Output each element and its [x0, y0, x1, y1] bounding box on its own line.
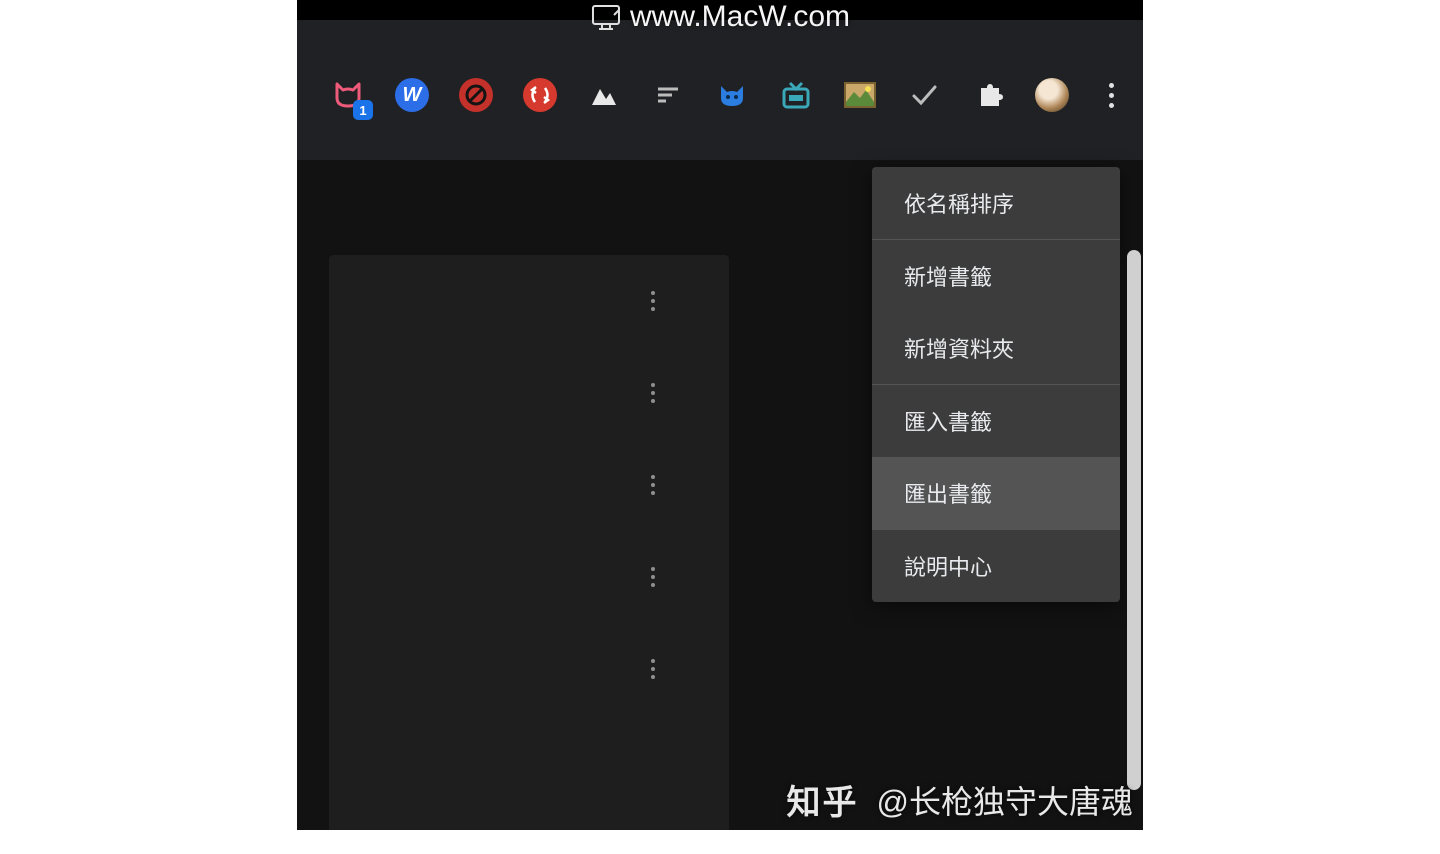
badge-count: 1 [353, 100, 373, 120]
list-row[interactable] [329, 255, 729, 347]
ext-check-icon[interactable] [907, 78, 941, 112]
menu-sort-by-name[interactable]: 依名稱排序 [872, 167, 1120, 239]
row-menu-icon[interactable] [643, 286, 663, 316]
menu-export-bookmarks[interactable]: 匯出書籤 [872, 457, 1120, 529]
profile-avatar[interactable] [1035, 78, 1069, 112]
list-row[interactable] [329, 439, 729, 531]
ext-picture-icon[interactable] [843, 78, 877, 112]
row-menu-icon[interactable] [643, 470, 663, 500]
list-row[interactable] [329, 347, 729, 439]
ext-puzzle-icon[interactable] [971, 78, 1005, 112]
menu-import-bookmarks[interactable]: 匯入書籤 [872, 385, 1120, 457]
ext-swap-icon[interactable] [523, 78, 557, 112]
monitor-icon [590, 3, 622, 31]
ext-tv-icon[interactable] [779, 78, 813, 112]
row-menu-icon[interactable] [643, 654, 663, 684]
watermark-text: www.MacW.com [630, 0, 850, 34]
author-handle: @长枪独守大唐魂 [877, 777, 1134, 823]
menu-add-folder[interactable]: 新增資料夾 [872, 312, 1120, 384]
ext-w-icon[interactable]: W [395, 78, 429, 112]
bookmark-list-panel [329, 255, 729, 830]
menu-add-bookmark[interactable]: 新增書籤 [872, 240, 1120, 312]
ext-blocked-icon[interactable] [459, 78, 493, 112]
screenshot-frame: www.MacW.com 1 W [297, 0, 1143, 830]
extension-toolbar: 1 W [297, 60, 1143, 130]
zhihu-logo-text: 知乎 [787, 775, 859, 824]
ext-blue-cat-icon[interactable] [715, 78, 749, 112]
list-row[interactable] [329, 623, 729, 715]
scrollbar-thumb[interactable] [1127, 250, 1141, 790]
row-menu-icon[interactable] [643, 562, 663, 592]
watermark-bottom: 知乎 @长枪独守大唐魂 [787, 775, 1134, 824]
row-menu-icon[interactable] [643, 378, 663, 408]
browser-menu-icon[interactable] [1099, 78, 1123, 112]
ext-sort-icon[interactable] [651, 78, 685, 112]
ext-cat-icon[interactable]: 1 [331, 78, 365, 112]
bookmark-organize-menu: 依名稱排序 新增書籤 新增資料夾 匯入書籤 匯出書籤 說明中心 [872, 167, 1120, 602]
list-row[interactable] [329, 531, 729, 623]
ext-mountain-icon[interactable] [587, 78, 621, 112]
menu-help-center[interactable]: 說明中心 [872, 530, 1120, 602]
watermark-top: www.MacW.com [590, 0, 850, 34]
